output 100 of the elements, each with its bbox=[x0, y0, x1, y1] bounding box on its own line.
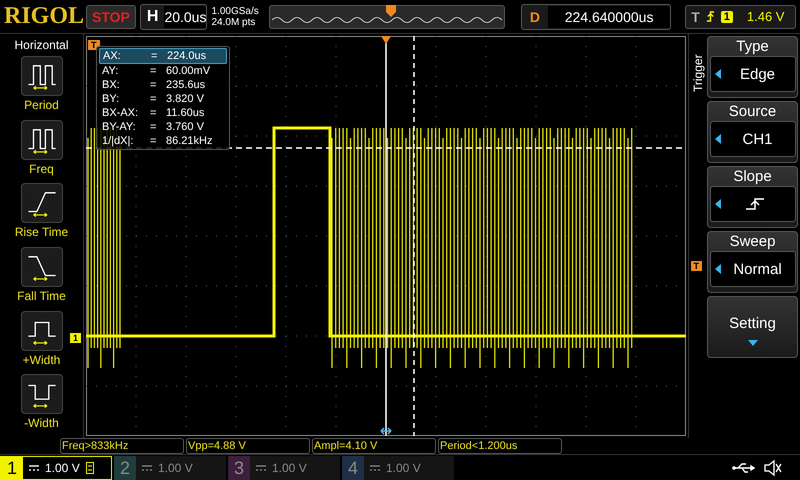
channel-tab[interactable]: 4 1.00 V bbox=[342, 456, 454, 480]
channel-tab[interactable]: 3 1.00 V bbox=[228, 456, 340, 480]
channel-scale: 1.00 V bbox=[386, 460, 421, 474]
timebase-box[interactable]: H 20.0us bbox=[140, 4, 208, 30]
brand-logo: RIGOL bbox=[4, 3, 82, 30]
menu-value: Edge bbox=[738, 66, 776, 82]
readout-label: 1/|dX|: bbox=[102, 134, 134, 148]
menu-item[interactable]: Setting bbox=[707, 296, 798, 358]
dc-coupling-icon bbox=[256, 464, 266, 470]
trigger-source: 1 bbox=[720, 10, 733, 22]
menu-title: Trigger bbox=[691, 53, 705, 92]
speaker-muted-icon bbox=[764, 460, 782, 476]
readout-row[interactable]: 1/|dX|: = 86.21kHz bbox=[99, 134, 227, 148]
readout-equals: = bbox=[150, 120, 158, 134]
readout-equals: = bbox=[150, 106, 158, 120]
trigger-marker: T bbox=[88, 40, 100, 50]
readout-value: 60.00mV bbox=[166, 64, 212, 78]
timebase-value: 20.0us bbox=[164, 6, 206, 28]
readout-equals: = bbox=[150, 92, 158, 106]
measure-label: Period bbox=[24, 98, 59, 112]
rising-edge-icon bbox=[744, 197, 764, 211]
readout-label: AY: bbox=[102, 64, 120, 78]
measure-button[interactable] bbox=[20, 374, 62, 414]
double-arrow-icon bbox=[380, 427, 392, 435]
menu-item[interactable]: Sweep Normal bbox=[707, 231, 798, 293]
submenu-arrow-icon bbox=[748, 340, 758, 346]
readout-equals: = bbox=[150, 78, 158, 92]
channel-number: 2 bbox=[114, 456, 136, 480]
readout-label: BY-AY: bbox=[102, 120, 137, 134]
menu-item-title: Setting bbox=[729, 315, 776, 332]
measure-button[interactable] bbox=[20, 247, 62, 288]
channel-tab[interactable]: 2 1.00 V bbox=[114, 456, 226, 480]
menu-value: Normal bbox=[732, 260, 783, 278]
measure-label: -Width bbox=[24, 416, 59, 430]
measure-button[interactable] bbox=[20, 120, 62, 160]
menu-value-field[interactable] bbox=[710, 186, 796, 222]
menu-item-title: Type bbox=[736, 38, 769, 55]
menu-value-field[interactable]: Edge bbox=[710, 56, 796, 92]
menu-item[interactable]: Slope bbox=[707, 166, 798, 228]
left-arrow-icon bbox=[714, 69, 720, 79]
channel-number: 3 bbox=[228, 456, 250, 480]
menu-item[interactable]: Source CH1 bbox=[707, 101, 798, 163]
trigger-position-icon bbox=[381, 36, 391, 44]
delay-label: D bbox=[528, 8, 541, 24]
channel-number: 4 bbox=[342, 456, 364, 480]
menu-value-field[interactable]: CH1 bbox=[710, 121, 796, 157]
menu-value: CH1 bbox=[741, 130, 774, 148]
menu-item[interactable]: Type Edge bbox=[707, 36, 798, 98]
menu-item-title: Sweep bbox=[730, 233, 776, 250]
timebase-label: H bbox=[146, 8, 160, 26]
delay-value: 224.640000us bbox=[548, 6, 670, 28]
readout-value: 235.6us bbox=[166, 78, 206, 92]
readout-equals: = bbox=[150, 134, 158, 148]
readout-label: AX: bbox=[103, 49, 122, 63]
readout-row[interactable]: AY: = 60.00mV bbox=[99, 64, 227, 78]
readout-label: BX: bbox=[102, 78, 121, 92]
readout-row[interactable]: BX-AX: = 11.60us bbox=[99, 106, 227, 120]
trigger-level-marker: T bbox=[690, 261, 702, 271]
channel-tab[interactable]: 1 1.00 V bbox=[0, 456, 112, 480]
measure-label: +Width bbox=[22, 352, 60, 367]
menu-title: Horizontal bbox=[14, 38, 69, 52]
measure-button[interactable] bbox=[20, 56, 62, 96]
readout-value: 224.0us bbox=[167, 49, 208, 63]
delay-box[interactable]: D 224.640000us bbox=[520, 4, 672, 30]
usb-icon bbox=[732, 462, 756, 474]
measure-button[interactable] bbox=[20, 183, 62, 224]
readout-row[interactable]: BY-AY: = 3.760 V bbox=[99, 120, 227, 134]
rising-edge-icon bbox=[706, 10, 715, 23]
readout-row[interactable]: BY: = 3.820 V bbox=[99, 92, 227, 106]
trigger-box[interactable]: T 1 1.46 V bbox=[685, 4, 796, 28]
measurement-readout: Freq>833kHz bbox=[60, 438, 184, 454]
trigger-label: T bbox=[691, 8, 700, 24]
menu-item-title: Source bbox=[728, 103, 776, 120]
bandwidth-icon bbox=[86, 462, 94, 474]
trigger-level: 1.46 V bbox=[746, 9, 784, 24]
channel-scale: 1.00 V bbox=[272, 460, 307, 474]
menu-item-title: Slope bbox=[733, 168, 772, 185]
left-arrow-icon bbox=[714, 264, 720, 274]
readout-value: 3.820 V bbox=[166, 92, 205, 106]
dc-coupling-icon bbox=[29, 464, 39, 470]
channel-number: 1 bbox=[1, 456, 23, 480]
left-arrow-icon bbox=[714, 199, 720, 209]
sample-rate: 1.00GSa/s bbox=[211, 6, 260, 16]
readout-value: 86.21kHz bbox=[166, 134, 214, 148]
readout-equals: = bbox=[150, 64, 158, 78]
readout-row[interactable]: BX: = 235.6us bbox=[99, 78, 227, 92]
readout-value: 11.60us bbox=[166, 106, 206, 120]
readout-label: BX-AX: bbox=[102, 106, 140, 120]
readout-label: BY: bbox=[102, 92, 120, 106]
measure-label: Rise Time bbox=[14, 225, 68, 240]
readout-row[interactable]: AX: = 224.0us bbox=[99, 48, 227, 64]
readout-value: 3.760 V bbox=[166, 120, 205, 134]
measure-button[interactable] bbox=[20, 310, 62, 351]
measurement-readout: Ampl=4.10 V bbox=[312, 438, 436, 454]
memory-depth: 24.0M pts bbox=[211, 16, 256, 28]
measurement-readout: Vpp=4.88 V bbox=[186, 438, 310, 454]
menu-value-field[interactable]: Normal bbox=[710, 251, 796, 287]
left-arrow-icon bbox=[714, 134, 720, 144]
readout-equals: = bbox=[151, 49, 158, 63]
dc-coupling-icon bbox=[142, 464, 152, 470]
